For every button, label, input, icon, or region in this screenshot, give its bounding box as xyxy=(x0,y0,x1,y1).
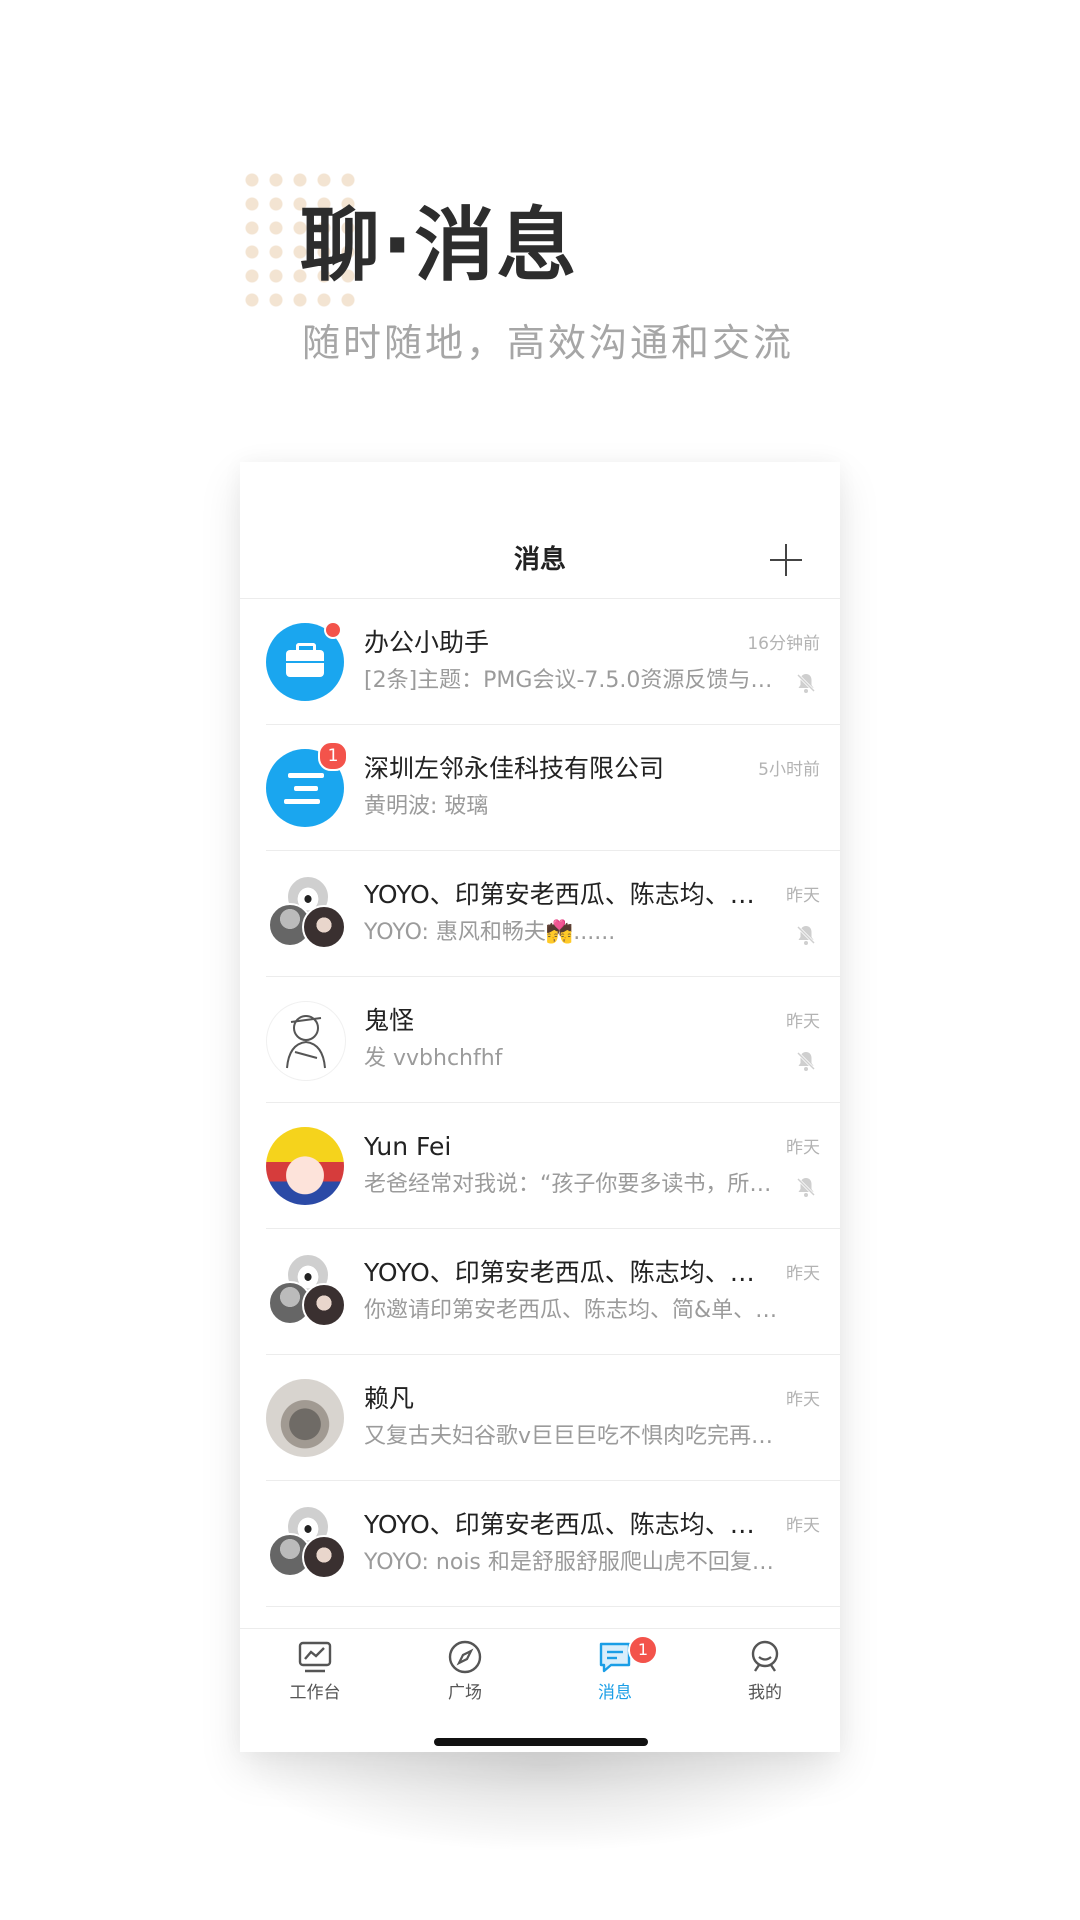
conversation-time: 5小时前 xyxy=(758,760,820,780)
tab-bar: 工作台 广场 1 消息 我的 xyxy=(240,1628,840,1719)
conversation-time: 昨天 xyxy=(786,1516,820,1536)
conversation-preview: YOYO: nois 和是舒服舒服爬山虎不回复… xyxy=(364,1550,774,1575)
unread-dot xyxy=(324,621,342,639)
conversation-time: 昨天 xyxy=(786,1138,820,1158)
conversation-time: 16分钟前 xyxy=(747,634,820,654)
home-indicator xyxy=(434,1738,648,1746)
compass-icon xyxy=(448,1640,482,1674)
conversation-name: Yun Fei xyxy=(364,1132,452,1161)
hero-subtitle: 随时随地，高效沟通和交流 xyxy=(302,321,795,365)
conversation-row[interactable]: 1 深圳左邻永佳科技有限公司 5小时前 黄明波: 玻璃 xyxy=(240,725,840,851)
mute-icon xyxy=(795,1176,817,1198)
conversation-preview: 又复古夫妇谷歌v巨巨巨吃不惧肉吃完再… xyxy=(364,1424,774,1449)
hero-title: 聊·消息 xyxy=(300,199,579,292)
group-avatar xyxy=(266,875,346,953)
phone-screen: 消息 办公小助手 16分钟前 [2条]主题：PMG会议-7.5.0资源反馈与… … xyxy=(240,462,840,1752)
mute-icon xyxy=(795,672,817,694)
tab-profile[interactable]: 我的 xyxy=(690,1629,840,1719)
conversation-row[interactable]: 办公小助手 16分钟前 [2条]主题：PMG会议-7.5.0资源反馈与… xyxy=(240,599,840,725)
conversation-row[interactable]: YOYO、印第安老西瓜、陈志均、… 昨天 YOYO: 惠风和畅夫💏...... xyxy=(240,851,840,977)
conversation-row[interactable]: YOYO、印第安老西瓜、陈志均、… 昨天 YOYO: nois 和是舒服舒服爬山… xyxy=(240,1481,840,1607)
conversation-row[interactable]: YOYO、印第安老西瓜、陈志均、… 昨天 你邀请印第安老西瓜、陈志均、简&单、… xyxy=(240,1229,840,1355)
conversation-time: 昨天 xyxy=(786,1012,820,1032)
message-icon xyxy=(599,1642,631,1673)
tab-square[interactable]: 广场 xyxy=(390,1629,540,1719)
profile-icon xyxy=(751,1640,779,1672)
dog-avatar xyxy=(266,1379,344,1457)
nav-bar: 消息 xyxy=(240,520,840,599)
tab-label: 消息 xyxy=(598,1683,632,1703)
page-title: 消息 xyxy=(513,545,566,575)
plus-icon[interactable] xyxy=(770,544,802,576)
conversation-list: 办公小助手 16分钟前 [2条]主题：PMG会议-7.5.0资源反馈与… 1 深… xyxy=(240,599,840,1607)
mute-icon xyxy=(795,924,817,946)
conversation-preview: YOYO: 惠风和畅夫💏...... xyxy=(364,920,616,945)
workbench-icon xyxy=(298,1641,332,1673)
conversation-name: YOYO、印第安老西瓜、陈志均、… xyxy=(364,1510,755,1539)
mute-icon xyxy=(795,1050,817,1072)
conversation-time: 昨天 xyxy=(786,1264,820,1284)
conversation-name: 赖凡 xyxy=(364,1384,415,1413)
conversation-name: 深圳左邻永佳科技有限公司 xyxy=(364,754,665,783)
tab-workbench[interactable]: 工作台 xyxy=(240,1629,390,1719)
conversation-name: YOYO、印第安老西瓜、陈志均、… xyxy=(364,1258,755,1287)
conversation-time: 昨天 xyxy=(786,1390,820,1410)
conversation-row[interactable]: Yun Fei 昨天 老爸经常对我说：“孩子你要多读书，所… xyxy=(240,1103,840,1229)
conversation-name: 办公小助手 xyxy=(364,628,490,657)
conversation-row[interactable]: 鬼怪 昨天 发 vvbhchfhf xyxy=(240,977,840,1103)
tab-label: 广场 xyxy=(448,1683,482,1703)
conversation-preview: 你邀请印第安老西瓜、陈志均、简&单、… xyxy=(364,1298,778,1323)
tab-badge: 1 xyxy=(628,1635,658,1665)
unread-badge: 1 xyxy=(318,741,348,771)
sketch-avatar xyxy=(266,1001,346,1081)
cartoon-avatar xyxy=(266,1127,344,1205)
conversation-row[interactable]: 赖凡 昨天 又复古夫妇谷歌v巨巨巨吃不惧肉吃完再… xyxy=(240,1355,840,1481)
conversation-time: 昨天 xyxy=(786,886,820,906)
conversation-preview: [2条]主题：PMG会议-7.5.0资源反馈与… xyxy=(364,668,773,693)
tab-label: 工作台 xyxy=(289,1683,341,1703)
conversation-preview: 发 vvbhchfhf xyxy=(364,1046,503,1071)
group-avatar xyxy=(266,1253,346,1331)
conversation-preview: 黄明波: 玻璃 xyxy=(364,794,489,819)
tab-label: 我的 xyxy=(748,1683,782,1703)
conversation-name: YOYO、印第安老西瓜、陈志均、… xyxy=(364,880,755,909)
conversation-name: 鬼怪 xyxy=(364,1006,415,1035)
group-avatar xyxy=(266,1505,346,1583)
conversation-preview: 老爸经常对我说：“孩子你要多读书，所… xyxy=(364,1172,772,1197)
tab-messages[interactable]: 1 消息 xyxy=(540,1629,690,1719)
